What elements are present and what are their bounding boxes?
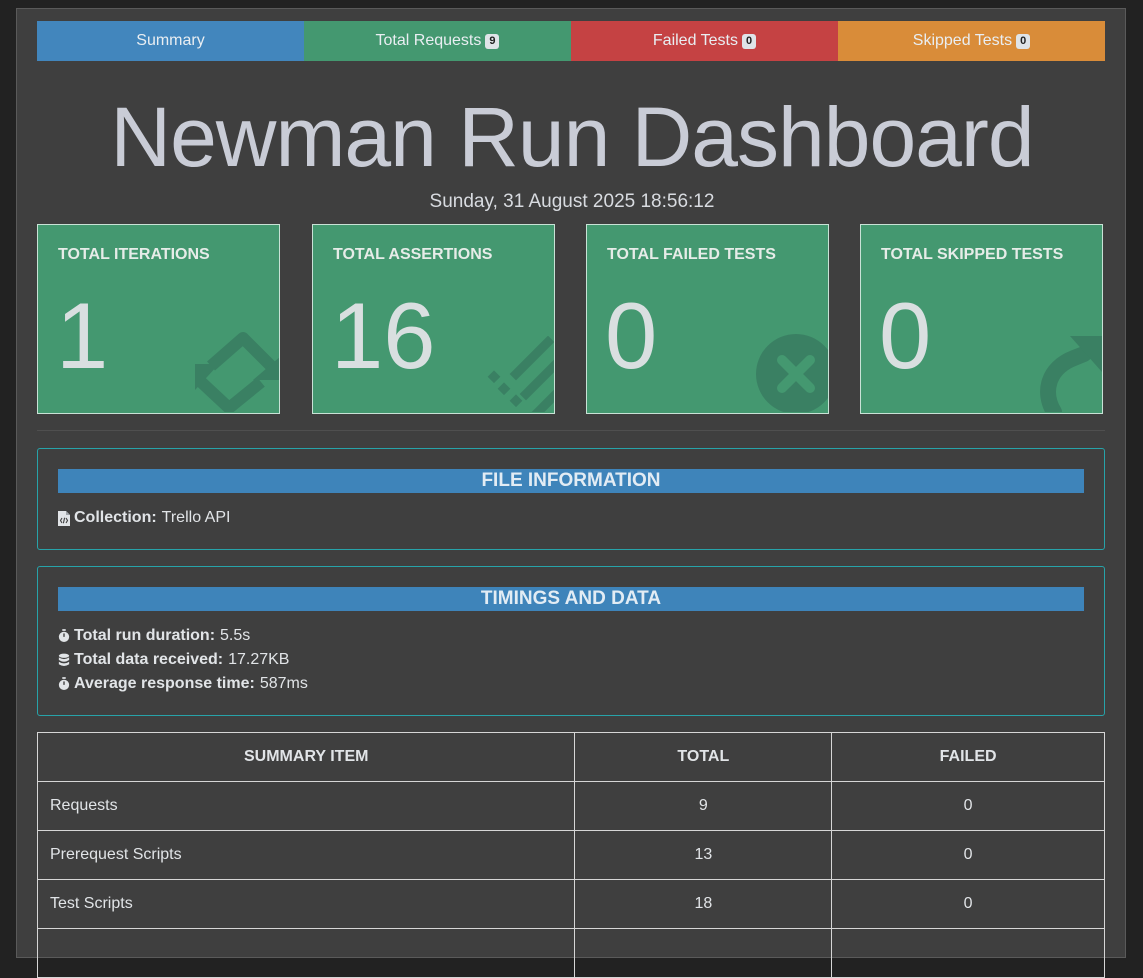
count-badge: 9 bbox=[485, 33, 500, 49]
section-divider bbox=[37, 430, 1105, 431]
timing-row: Total run duration: 5.5s bbox=[58, 627, 250, 645]
total-cell bbox=[574, 928, 833, 978]
collection-row: Collection: Trello API bbox=[58, 509, 230, 527]
sync-icon bbox=[191, 328, 279, 413]
file-code-icon bbox=[58, 510, 70, 526]
summary-item-cell: Prerequest Scripts bbox=[36, 830, 576, 880]
card-total-iterations: TOTAL ITERATIONS 1 bbox=[37, 224, 280, 414]
count-badge: 0 bbox=[1016, 33, 1031, 49]
run-date: Sunday, 31 August 2025 18:56:12 bbox=[429, 191, 715, 212]
failed-cell: 0 bbox=[831, 879, 1105, 929]
tab-skipped-tests[interactable]: Skipped Tests 0 bbox=[838, 21, 1105, 61]
stopwatch-icon bbox=[58, 676, 70, 692]
count-badge: 0 bbox=[741, 33, 757, 49]
database-icon bbox=[58, 652, 70, 668]
table-header-row: SUMMARY ITEM TOTAL FAILED bbox=[36, 732, 1105, 782]
card-label: TOTAL ITERATIONS bbox=[58, 246, 210, 263]
table-row bbox=[36, 928, 1105, 978]
summary-table: SUMMARY ITEM TOTAL FAILED Requests 9 0 P… bbox=[36, 732, 1105, 978]
file-information-panel: FILE INFORMATION Collection: Trello API bbox=[37, 448, 1105, 550]
card-value: 0 bbox=[605, 283, 658, 388]
failed-cell: 0 bbox=[831, 781, 1105, 831]
stopwatch-icon bbox=[58, 628, 70, 644]
summary-item-cell bbox=[36, 928, 576, 978]
tab-label: Summary bbox=[136, 32, 205, 49]
failed-cell bbox=[831, 928, 1105, 978]
failed-cell: 0 bbox=[831, 830, 1105, 880]
column-header: SUMMARY ITEM bbox=[36, 732, 576, 782]
collection-value: Trello API bbox=[161, 509, 231, 526]
total-cell: 13 bbox=[574, 830, 833, 880]
timing-label: Total data received: bbox=[74, 651, 224, 668]
card-label: TOTAL ASSERTIONS bbox=[333, 246, 493, 263]
report-page: Summary Total Requests 9 Failed Tests 0 … bbox=[16, 8, 1126, 978]
card-total-skipped-tests: TOTAL SKIPPED TESTS 0 bbox=[860, 224, 1103, 414]
timing-label: Average response time: bbox=[74, 675, 255, 692]
times-circle-icon bbox=[754, 330, 828, 413]
timing-value: 587ms bbox=[259, 675, 308, 692]
timing-row: Total data received: 17.27KB bbox=[58, 651, 289, 669]
table-row: Test Scripts 18 0 bbox=[36, 879, 1105, 929]
column-header: FAILED bbox=[831, 732, 1105, 782]
timing-value: 17.27KB bbox=[228, 651, 290, 668]
tab-label: Skipped Tests bbox=[912, 32, 1013, 49]
page-title: Newman Run Dashboard bbox=[110, 90, 1034, 184]
summary-item-cell: Test Scripts bbox=[36, 879, 576, 929]
panel-heading: TIMINGS AND DATA bbox=[58, 587, 1084, 611]
collection-label: Collection: bbox=[74, 509, 157, 526]
timing-value: 5.5s bbox=[220, 627, 251, 644]
panel-heading: FILE INFORMATION bbox=[58, 469, 1084, 493]
card-value: 0 bbox=[879, 283, 932, 388]
card-total-failed-tests: TOTAL FAILED TESTS 0 bbox=[586, 224, 829, 414]
card-value: 1 bbox=[56, 283, 109, 388]
summary-item-cell: Requests bbox=[36, 781, 576, 831]
timing-row: Average response time: 587ms bbox=[58, 675, 308, 693]
card-total-assertions: TOTAL ASSERTIONS 16 bbox=[312, 224, 555, 414]
table-row: Prerequest Scripts 13 0 bbox=[36, 830, 1105, 880]
nav-tabs: Summary Total Requests 9 Failed Tests 0 … bbox=[37, 21, 1105, 61]
card-label: TOTAL FAILED TESTS bbox=[607, 246, 776, 263]
card-label: TOTAL SKIPPED TESTS bbox=[881, 246, 1064, 263]
list-check-icon bbox=[486, 335, 554, 413]
column-header: TOTAL bbox=[574, 732, 833, 782]
table-row: Requests 9 0 bbox=[36, 781, 1105, 831]
total-cell: 18 bbox=[574, 879, 833, 929]
tab-summary[interactable]: Summary bbox=[37, 21, 304, 61]
total-cell: 9 bbox=[574, 781, 833, 831]
tab-label: Total Requests bbox=[375, 32, 482, 49]
card-value: 16 bbox=[331, 283, 436, 388]
share-arrow-icon bbox=[1040, 332, 1102, 413]
timing-label: Total run duration: bbox=[74, 627, 216, 644]
tab-label: Failed Tests bbox=[652, 32, 738, 49]
tab-failed-tests[interactable]: Failed Tests 0 bbox=[571, 21, 838, 61]
timings-and-data-panel: TIMINGS AND DATA Total run duration: 5.5… bbox=[37, 566, 1105, 716]
tab-total-requests[interactable]: Total Requests 9 bbox=[304, 21, 571, 61]
